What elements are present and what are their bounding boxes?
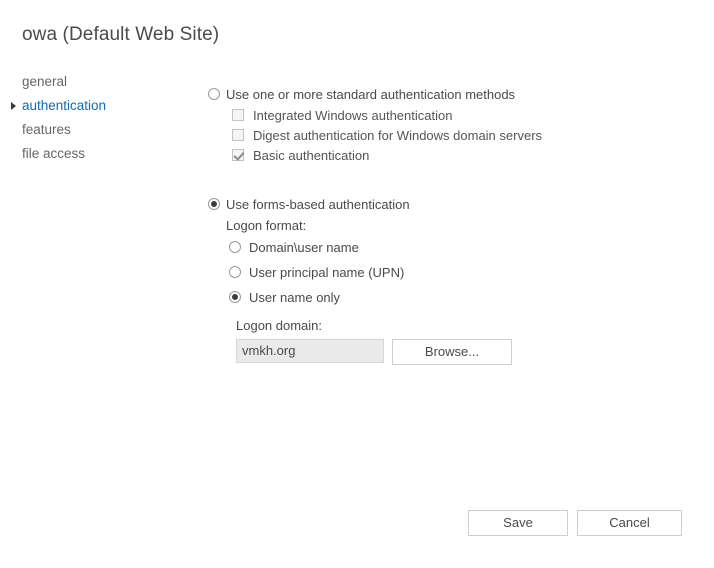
logon-format-domain-user-label: Domain\user name bbox=[249, 240, 359, 255]
radio-forms-auth-icon[interactable] bbox=[208, 198, 220, 210]
forms-auth-label: Use forms-based authentication bbox=[226, 197, 410, 212]
logon-format-domain-user-row[interactable]: Domain\user name bbox=[229, 239, 688, 256]
standard-auth-label: Use one or more standard authentication … bbox=[226, 87, 516, 102]
checkbox-integrated-windows-auth-icon[interactable] bbox=[232, 109, 244, 121]
checkbox-digest-auth-icon[interactable] bbox=[232, 129, 244, 141]
digest-auth-label: Digest authentication for Windows domain… bbox=[253, 128, 543, 143]
logon-domain-label: Logon domain: bbox=[236, 318, 323, 333]
sidebar-item-file-access[interactable]: file access bbox=[0, 142, 190, 166]
integrated-windows-auth-row[interactable]: Integrated Windows authentication bbox=[232, 107, 688, 124]
browse-button[interactable]: Browse... bbox=[392, 339, 512, 365]
cancel-button[interactable]: Cancel bbox=[577, 510, 682, 536]
logon-domain-row: Browse... bbox=[236, 339, 688, 365]
logon-format-options: Domain\user name User principal name (UP… bbox=[229, 239, 688, 306]
sidebar-item-general[interactable]: general bbox=[0, 70, 190, 94]
radio-user-principal-name-icon[interactable] bbox=[229, 266, 241, 278]
standard-auth-group: Use one or more standard authentication … bbox=[208, 86, 688, 164]
logon-format-user-name-only-label: User name only bbox=[249, 290, 341, 305]
standard-auth-radio-row[interactable]: Use one or more standard authentication … bbox=[208, 86, 688, 103]
basic-auth-row[interactable]: Basic authentication bbox=[232, 147, 688, 164]
sidebar-item-label: file access bbox=[22, 146, 86, 161]
logon-domain-block: Logon domain: Browse... bbox=[236, 318, 688, 365]
logon-format-label: Logon format: bbox=[226, 218, 307, 233]
sidebar-item-label: features bbox=[22, 122, 71, 137]
radio-user-name-only-icon[interactable] bbox=[229, 291, 241, 303]
radio-domain-user-name-icon[interactable] bbox=[229, 241, 241, 253]
footer-actions: Save Cancel bbox=[0, 510, 714, 536]
basic-auth-label: Basic authentication bbox=[253, 148, 370, 163]
logon-format-upn-label: User principal name (UPN) bbox=[249, 265, 405, 280]
digest-auth-row[interactable]: Digest authentication for Windows domain… bbox=[232, 127, 688, 144]
sidebar-item-features[interactable]: features bbox=[0, 118, 190, 142]
integrated-windows-auth-label: Integrated Windows authentication bbox=[253, 108, 453, 123]
sidebar-item-label: authentication bbox=[22, 98, 107, 113]
standard-auth-options: Integrated Windows authentication Digest… bbox=[232, 107, 688, 164]
authentication-settings-panel: Use one or more standard authentication … bbox=[208, 86, 688, 365]
save-button[interactable]: Save bbox=[468, 510, 568, 536]
chevron-right-icon bbox=[11, 102, 16, 110]
radio-standard-auth-icon[interactable] bbox=[208, 88, 220, 100]
checkbox-basic-auth-icon[interactable] bbox=[232, 149, 244, 161]
logon-format-user-name-only-row[interactable]: User name only bbox=[229, 289, 688, 306]
logon-domain-input[interactable] bbox=[236, 339, 384, 363]
forms-auth-group: Use forms-based authentication Logon for… bbox=[208, 196, 688, 365]
forms-auth-radio-row[interactable]: Use forms-based authentication bbox=[208, 196, 688, 213]
sidebar-item-authentication[interactable]: authentication bbox=[0, 94, 190, 118]
sidebar-item-label: general bbox=[22, 74, 68, 89]
sidebar-nav: general authentication features file acc… bbox=[0, 70, 190, 166]
logon-format-upn-row[interactable]: User principal name (UPN) bbox=[229, 264, 688, 281]
page-title: owa (Default Web Site) bbox=[22, 24, 220, 45]
